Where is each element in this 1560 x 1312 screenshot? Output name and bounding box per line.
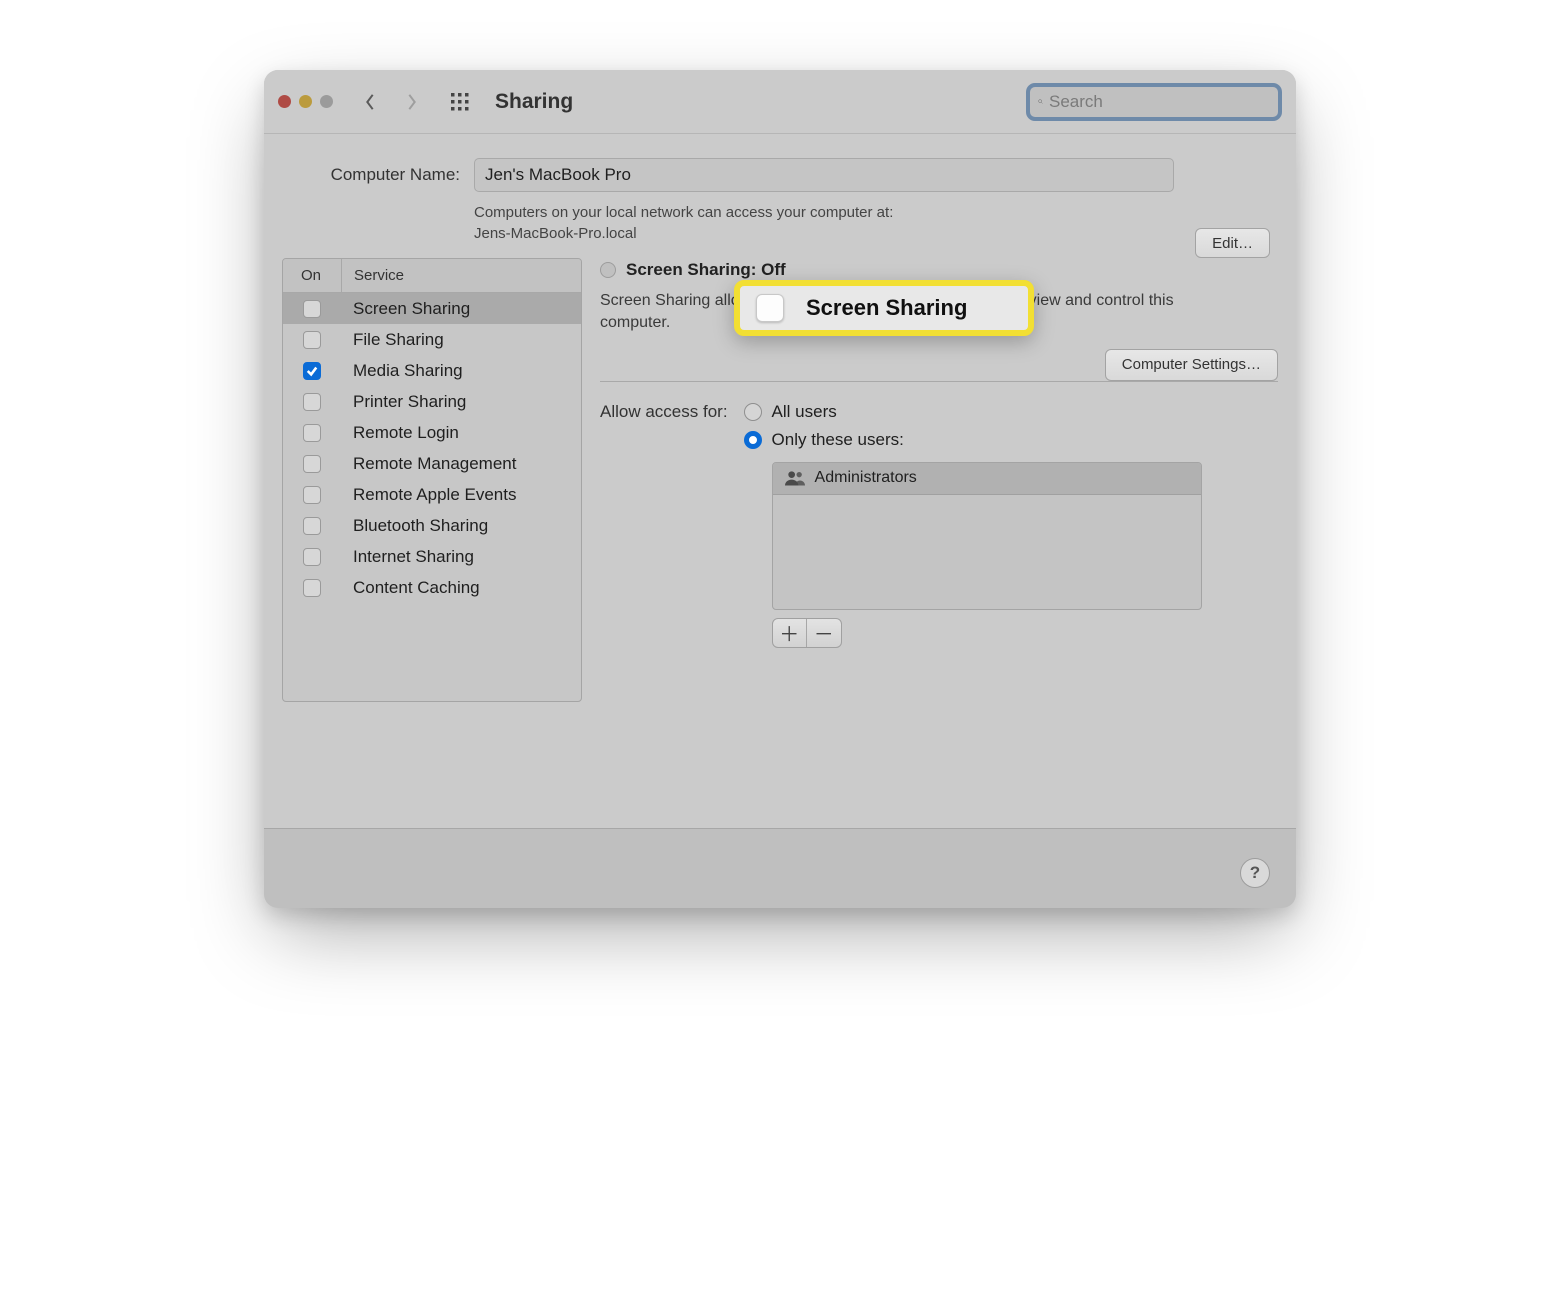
show-all-button[interactable] <box>443 87 477 117</box>
service-checkbox[interactable] <box>303 548 321 566</box>
service-checkbox[interactable] <box>303 393 321 411</box>
computer-name-field[interactable]: Jen's MacBook Pro <box>474 158 1174 192</box>
search-field[interactable] <box>1026 83 1282 121</box>
service-label: Remote Login <box>341 423 459 443</box>
minimize-window-button[interactable] <box>299 95 312 108</box>
service-checkbox[interactable] <box>303 424 321 442</box>
column-service-header: Service <box>341 259 404 292</box>
service-row[interactable]: Screen Sharing <box>283 293 581 324</box>
radio-only-these-users[interactable]: Only these users: <box>744 430 1202 450</box>
service-checkbox[interactable] <box>303 517 321 535</box>
radio-all-users[interactable]: All users <box>744 402 1202 422</box>
computer-name-label: Computer Name: <box>290 165 460 185</box>
service-row[interactable]: Remote Apple Events <box>283 479 581 510</box>
computer-name-description: Computers on your local network can acce… <box>474 202 1084 244</box>
service-label: Screen Sharing <box>341 299 470 319</box>
service-label: File Sharing <box>341 330 444 350</box>
service-label: Remote Management <box>341 454 516 474</box>
footer: ? <box>264 828 1296 908</box>
services-table: On Service Screen Sharing File Sharing Med… <box>282 258 582 702</box>
edit-hostname-button[interactable]: Edit… <box>1195 228 1270 258</box>
add-remove-users: ＋ － <box>772 618 842 648</box>
grid-icon <box>451 93 469 111</box>
computer-name-section: Computer Name: Jen's MacBook Pro Compute… <box>264 134 1296 258</box>
sharing-preferences-window: Sharing Computer Name: Jen's MacBook Pro… <box>264 70 1296 908</box>
divider <box>600 381 1278 382</box>
service-row[interactable]: Remote Management <box>283 448 581 479</box>
service-row[interactable]: Bluetooth Sharing <box>283 510 581 541</box>
column-on-header: On <box>283 267 341 284</box>
window-controls <box>278 95 345 108</box>
remove-user-button[interactable]: － <box>807 619 841 647</box>
radio-icon <box>744 403 762 421</box>
service-row[interactable]: Remote Login <box>283 417 581 448</box>
radio-selected-icon <box>744 431 762 449</box>
status-indicator-icon <box>600 262 616 278</box>
service-checkbox[interactable] <box>303 579 321 597</box>
service-row[interactable]: Printer Sharing <box>283 386 581 417</box>
callout-label: Screen Sharing <box>806 295 967 321</box>
help-button[interactable]: ? <box>1240 858 1270 888</box>
service-label: Bluetooth Sharing <box>341 516 488 536</box>
annotation-callout: Screen Sharing <box>734 280 1034 336</box>
radio-only-label: Only these users: <box>772 430 904 450</box>
service-row[interactable]: Content Caching <box>283 572 581 603</box>
list-item[interactable]: Administrators <box>773 463 1201 495</box>
computer-settings-button[interactable]: Computer Settings… <box>1105 349 1278 381</box>
radio-all-label: All users <box>772 402 837 422</box>
service-row[interactable]: Internet Sharing <box>283 541 581 572</box>
services-header: On Service <box>283 259 581 293</box>
service-detail-pane: Screen Sharing: Off Screen Sharing allow… <box>600 258 1278 780</box>
service-label: Printer Sharing <box>341 392 466 412</box>
service-status-text: Screen Sharing: Off <box>626 260 786 280</box>
service-label: Remote Apple Events <box>341 485 516 505</box>
close-window-button[interactable] <box>278 95 291 108</box>
service-checkbox[interactable] <box>303 300 321 318</box>
user-name: Administrators <box>815 469 917 487</box>
service-checkbox[interactable] <box>303 455 321 473</box>
service-checkbox[interactable] <box>303 486 321 504</box>
add-user-button[interactable]: ＋ <box>773 619 808 647</box>
callout-checkbox-icon <box>756 294 784 322</box>
service-checkbox[interactable] <box>303 362 321 380</box>
service-checkbox[interactable] <box>303 331 321 349</box>
search-icon <box>1038 93 1043 110</box>
question-mark-icon: ? <box>1250 863 1260 883</box>
forward-button[interactable] <box>395 87 429 117</box>
chevron-right-icon <box>405 93 419 111</box>
service-label: Content Caching <box>341 578 480 598</box>
service-label: Internet Sharing <box>341 547 474 567</box>
search-input[interactable] <box>1049 92 1270 112</box>
page-title: Sharing <box>495 90 573 114</box>
allowed-users-list[interactable]: Administrators <box>772 462 1202 610</box>
computer-name-value: Jen's MacBook Pro <box>485 165 631 185</box>
users-icon <box>785 470 805 486</box>
service-row[interactable]: Media Sharing <box>283 355 581 386</box>
allow-access-label: Allow access for: <box>600 402 728 648</box>
back-button[interactable] <box>353 87 387 117</box>
toolbar: Sharing <box>264 70 1296 134</box>
service-label: Media Sharing <box>341 361 463 381</box>
service-row[interactable]: File Sharing <box>283 324 581 355</box>
chevron-left-icon <box>363 93 377 111</box>
zoom-window-button[interactable] <box>320 95 333 108</box>
